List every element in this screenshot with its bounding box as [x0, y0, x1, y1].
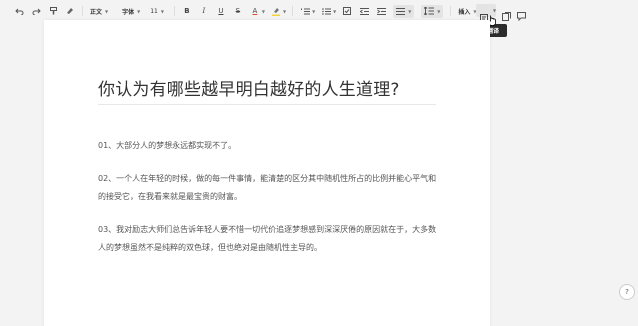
toolbar-separator — [173, 6, 175, 16]
chevron-down-icon: ▼ — [408, 8, 412, 14]
format-painter-icon[interactable] — [48, 4, 58, 18]
help-label: ? — [625, 288, 629, 296]
toolbar-separator — [450, 6, 452, 16]
chevron-down-icon: ▼ — [137, 8, 141, 14]
strike-label: S — [235, 7, 241, 15]
chevron-down-icon: ▼ — [105, 8, 109, 14]
chevron-down-icon[interactable]: ▼ — [262, 9, 265, 14]
font-color-label: A — [252, 7, 258, 15]
line-spacing-icon[interactable]: ▼ — [421, 4, 444, 18]
paragraph-1[interactable]: 01、大部分人的梦想永远都实现不了。 — [98, 137, 438, 155]
insert-menu[interactable]: 插入 ▼ — [458, 4, 476, 18]
align-icon[interactable]: ▼ — [393, 4, 415, 18]
document-page[interactable]: 你认为有哪些越早明白越好的人生道理? 01、大部分人的梦想永远都实现不了。 02… — [44, 20, 490, 326]
chevron-down-icon: ▼ — [437, 8, 441, 14]
underline-label: U — [218, 7, 224, 15]
ordered-list-icon[interactable] — [300, 4, 310, 18]
toolbar-separator — [82, 6, 83, 16]
editor-toolbar: 正文 ▼ 字体 ▼ 11 ▼ B I U S A ▼ ▼ ▼ ▼ ▼ ▼ 插入 ▼ — [0, 0, 638, 22]
font-family-select[interactable]: 字体 ▼ — [122, 4, 140, 18]
checklist-icon[interactable] — [342, 4, 352, 18]
document-title[interactable]: 你认为有哪些越早明白越好的人生道理? — [98, 75, 400, 100]
chevron-down-icon[interactable]: ▼ — [312, 9, 315, 14]
underline-button[interactable]: U — [216, 4, 226, 18]
title-divider — [98, 104, 436, 105]
help-button[interactable]: ? — [619, 284, 635, 300]
font-color-button[interactable]: A — [250, 4, 260, 18]
chevron-down-icon[interactable]: ▼ — [333, 9, 336, 14]
comment-icon[interactable] — [517, 6, 526, 25]
history-icon[interactable] — [502, 6, 511, 25]
font-family-label: 字体 — [122, 8, 135, 16]
highlight-color-icon[interactable] — [271, 4, 281, 18]
bold-label: B — [184, 7, 190, 15]
indent-increase-icon[interactable] — [376, 4, 386, 18]
strikethrough-button[interactable]: S — [233, 4, 243, 18]
font-size-label: 11 — [150, 7, 158, 15]
undo-icon[interactable] — [14, 4, 24, 18]
paragraph-3[interactable]: 03、我对励志大师们总告诉年轻人要不惜一切代价追逐梦想感到深深厌倦的原因就在于，… — [98, 221, 438, 257]
insert-label: 插入 — [458, 8, 471, 16]
redo-icon[interactable] — [31, 4, 41, 18]
italic-button[interactable]: I — [199, 4, 209, 18]
clear-format-icon[interactable] — [65, 4, 75, 18]
unordered-list-icon[interactable] — [321, 4, 331, 18]
paragraph-style-select[interactable]: 正文 ▼ — [90, 4, 108, 18]
chevron-down-icon[interactable]: ▼ — [283, 9, 286, 14]
italic-label: I — [202, 7, 206, 15]
bold-button[interactable]: B — [182, 4, 192, 18]
indent-decrease-icon[interactable] — [359, 4, 369, 18]
paragraph-style-label: 正文 — [90, 8, 103, 16]
font-size-select[interactable]: 11 ▼ — [150, 4, 164, 18]
chevron-down-icon: ▼ — [160, 8, 164, 14]
paragraph-2[interactable]: 02、一个人在年轻的时候，做的每一件事情，能清楚的区分其中随机性所占的比例并能心… — [98, 170, 438, 206]
toolbar-separator — [292, 6, 294, 16]
